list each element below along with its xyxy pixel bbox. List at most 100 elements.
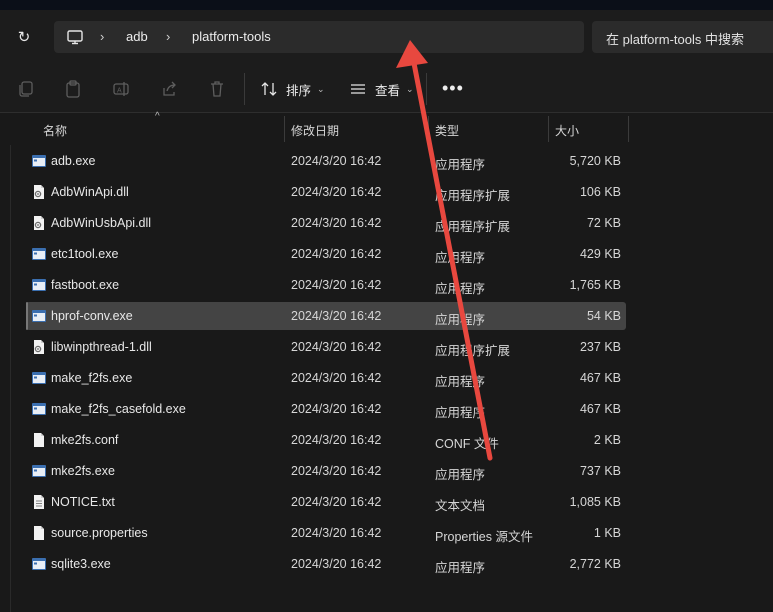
file-modified-date: 2024/3/20 16:42 [291, 340, 382, 354]
column-resize-handle[interactable] [284, 116, 285, 142]
breadcrumb-separator-icon[interactable]: › [100, 29, 104, 44]
file-name: hprof-conv.exe [51, 309, 133, 323]
sort-button[interactable]: 排序 ⌄ [260, 77, 325, 101]
file-modified-date: 2024/3/20 16:42 [291, 433, 382, 447]
file-modified-date: 2024/3/20 16:42 [291, 216, 382, 230]
file-modified-date: 2024/3/20 16:42 [291, 557, 382, 571]
file-name: source.properties [51, 526, 148, 540]
exe-icon [31, 153, 47, 169]
file-row[interactable]: make_f2fs.exe 2024/3/20 16:42 应用程序 467 KB [26, 364, 626, 392]
file-modified-date: 2024/3/20 16:42 [291, 464, 382, 478]
file-type: 文本文档 [435, 499, 486, 513]
file-modified-date: 2024/3/20 16:42 [291, 402, 382, 416]
toolbar-divider [244, 73, 245, 105]
column-name[interactable]: 名称 [43, 122, 67, 139]
file-size: 467 KB [579, 402, 621, 416]
file-modified-date: 2024/3/20 16:42 [291, 309, 382, 323]
address-bar[interactable]: › adb › platform-tools [54, 21, 584, 53]
chevron-down-icon: ⌄ [317, 83, 325, 94]
sort-icon [261, 82, 277, 96]
file-size: 2 KB [593, 433, 621, 447]
dll-icon [31, 184, 47, 200]
file-size: 1 KB [593, 526, 621, 540]
file-type: 应用程序 [435, 282, 486, 296]
file-type: 应用程序 [435, 406, 486, 420]
file-type: 应用程序扩展 [435, 189, 511, 203]
navigation-pane-edge [10, 113, 11, 612]
file-row[interactable]: hprof-conv.exe 2024/3/20 16:42 应用程序 54 KB [26, 302, 626, 330]
file-modified-date: 2024/3/20 16:42 [291, 185, 382, 199]
column-type[interactable]: 类型 [435, 122, 459, 139]
file-name: libwinpthread-1.dll [51, 340, 152, 354]
rename-icon[interactable]: A [111, 79, 131, 99]
exe-icon [31, 277, 47, 293]
file-type: CONF 文件 [435, 437, 499, 451]
file-icon [31, 432, 47, 448]
file-row[interactable]: source.properties 2024/3/20 16:42 Properti… [26, 519, 626, 547]
file-name: AdbWinApi.dll [51, 185, 129, 199]
share-icon[interactable] [159, 79, 179, 99]
file-size: 2,772 KB [569, 557, 621, 571]
file-type: Properties 源文件 [435, 530, 533, 544]
column-date[interactable]: 修改日期 [291, 122, 339, 139]
file-row[interactable]: make_f2fs_casefold.exe 2024/3/20 16:42 应用程… [26, 395, 626, 423]
toolbar-divider [426, 73, 427, 105]
file-name: AdbWinUsbApi.dll [51, 216, 152, 230]
view-icon [351, 84, 365, 94]
chevron-down-icon: ⌄ [406, 83, 414, 94]
file-type: 应用程序 [435, 561, 486, 575]
sort-ascending-icon: ^ [155, 111, 160, 122]
file-name: fastboot.exe [51, 278, 120, 292]
exe-icon [31, 246, 47, 262]
dll-icon [31, 215, 47, 231]
file-row[interactable]: AdbWinUsbApi.dll 2024/3/20 16:42 应用程序扩展 72 … [26, 209, 626, 237]
column-resize-handle[interactable] [548, 116, 549, 142]
file-row[interactable]: NOTICE.txt 2024/3/20 16:42 文本文档 1,085 KB [26, 488, 626, 516]
exe-icon [31, 463, 47, 479]
file-type: 应用程序 [435, 158, 486, 172]
file-row[interactable]: adb.exe 2024/3/20 16:42 应用程序 5,720 KB [26, 147, 626, 175]
file-name: sqlite3.exe [51, 557, 111, 571]
file-row[interactable]: mke2fs.exe 2024/3/20 16:42 应用程序 737 KB [26, 457, 626, 485]
file-type: 应用程序 [435, 313, 486, 327]
column-resize-handle[interactable] [628, 116, 629, 142]
file-modified-date: 2024/3/20 16:42 [291, 154, 382, 168]
column-size[interactable]: 大小 [555, 122, 579, 139]
file-size: 54 KB [586, 309, 621, 323]
file-size: 737 KB [579, 464, 621, 478]
file-size: 106 KB [579, 185, 621, 199]
search-input[interactable]: 在 platform-tools 中搜索 [592, 21, 773, 53]
file-name: adb.exe [51, 154, 96, 168]
breadcrumb-separator-icon[interactable]: › [166, 29, 170, 44]
file-row[interactable]: etc1tool.exe 2024/3/20 16:42 应用程序 429 KB [26, 240, 626, 268]
file-name: mke2fs.exe [51, 464, 115, 478]
file-modified-date: 2024/3/20 16:42 [291, 278, 382, 292]
delete-icon[interactable] [207, 79, 227, 99]
breadcrumb-platform-tools[interactable]: platform-tools [192, 29, 271, 44]
command-bar: A 排序 ⌄ 查看 ⌄ ••• [0, 66, 773, 112]
paste-icon[interactable] [63, 79, 83, 99]
file-row[interactable]: libwinpthread-1.dll 2024/3/20 16:42 应用程序扩展… [26, 333, 626, 361]
exe-icon [31, 556, 47, 572]
file-size: 429 KB [579, 247, 621, 261]
file-row[interactable]: sqlite3.exe 2024/3/20 16:42 应用程序 2,772 KB [26, 550, 626, 578]
copy-icon[interactable] [16, 79, 36, 99]
file-row[interactable]: fastboot.exe 2024/3/20 16:42 应用程序 1,765 KB [26, 271, 626, 299]
file-row[interactable]: mke2fs.conf 2024/3/20 16:42 CONF 文件 2 KB [26, 426, 626, 454]
file-type: 应用程序扩展 [435, 344, 511, 358]
file-size: 5,720 KB [569, 154, 621, 168]
svg-text:A: A [117, 88, 122, 95]
this-pc-icon[interactable] [66, 28, 84, 46]
file-size: 1,765 KB [569, 278, 621, 292]
file-modified-date: 2024/3/20 16:42 [291, 526, 382, 540]
refresh-icon[interactable]: ↻ [14, 28, 34, 48]
file-row[interactable]: AdbWinApi.dll 2024/3/20 16:42 应用程序扩展 106 KB [26, 178, 626, 206]
more-options-button[interactable]: ••• [442, 79, 464, 97]
file-type: 应用程序 [435, 468, 486, 482]
file-name: mke2fs.conf [51, 433, 119, 447]
file-name: NOTICE.txt [51, 495, 115, 509]
file-type: 应用程序扩展 [435, 220, 511, 234]
breadcrumb-adb[interactable]: adb [126, 29, 148, 44]
view-button[interactable]: 查看 ⌄ [349, 77, 414, 101]
column-resize-handle[interactable] [428, 116, 429, 142]
